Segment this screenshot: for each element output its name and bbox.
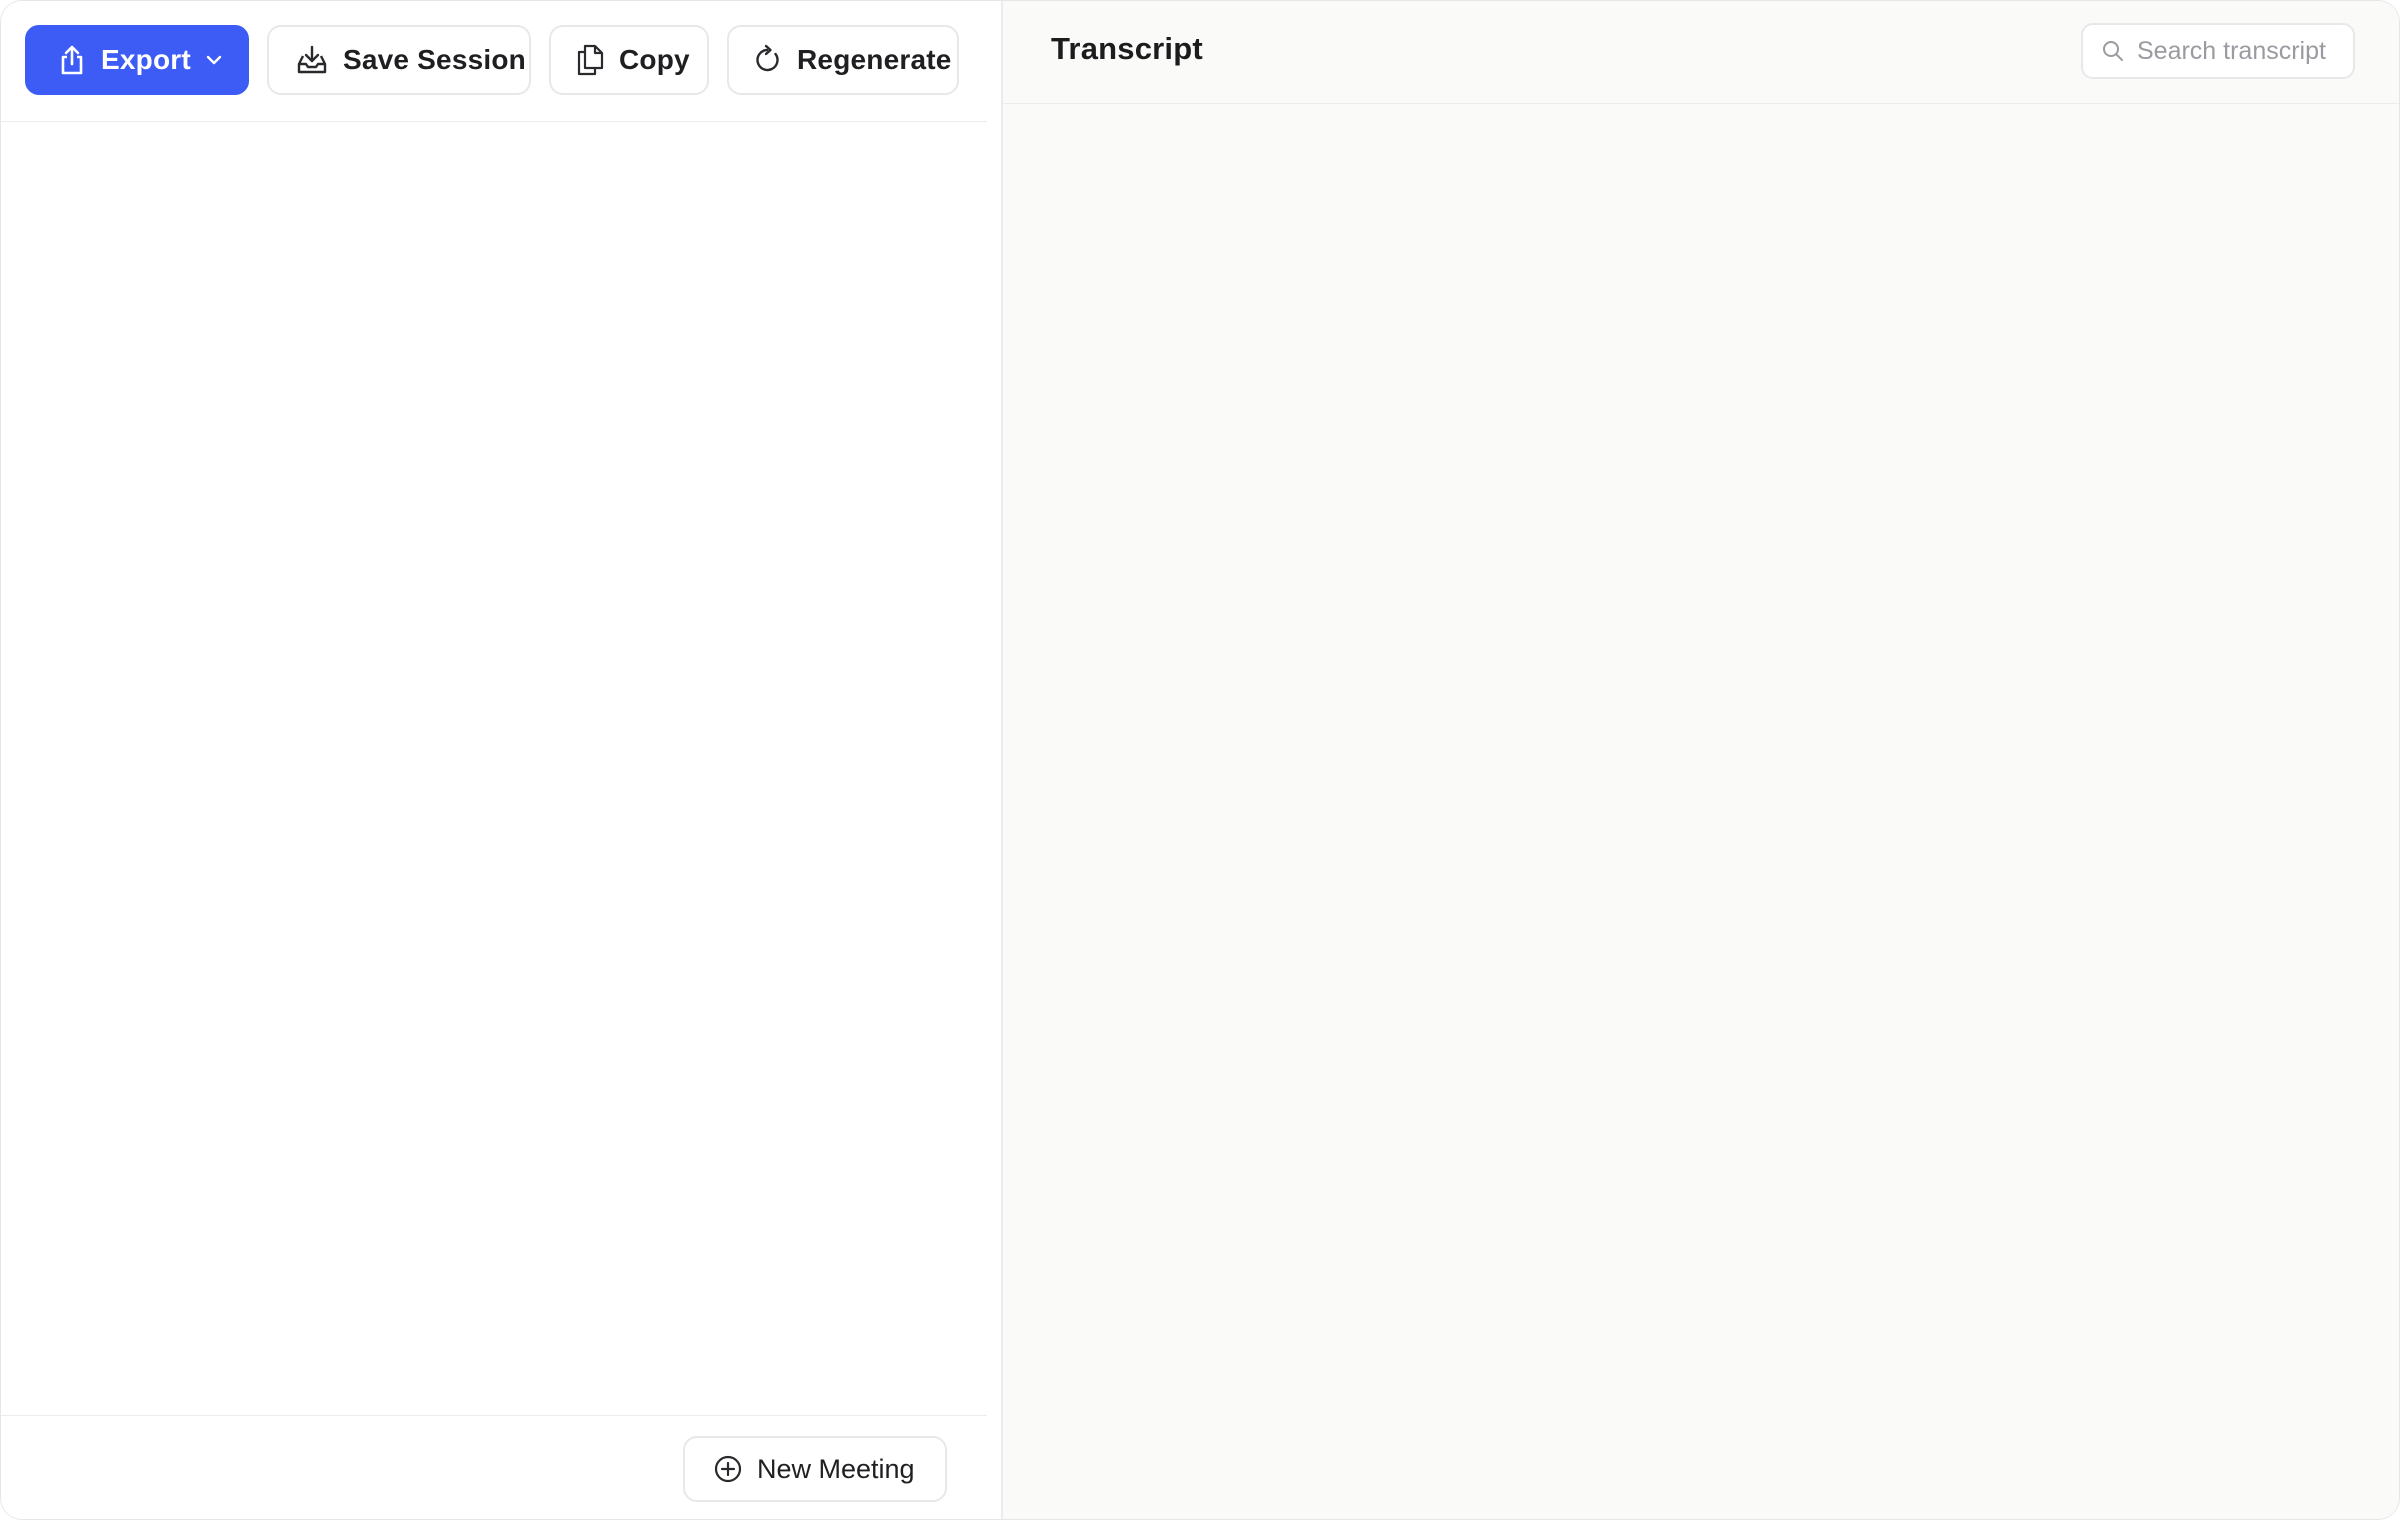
transcript-header: Transcript xyxy=(1003,1,2399,104)
transcript-title: Transcript xyxy=(1051,31,1203,66)
inbox-download-icon xyxy=(295,44,329,76)
summary-footer: New Meeting xyxy=(1,1415,987,1519)
save-session-label: Save Session xyxy=(343,44,526,75)
transcript-content xyxy=(1003,104,2399,1519)
share-upload-icon xyxy=(57,44,87,76)
search-icon xyxy=(2101,39,2125,63)
search-input[interactable] xyxy=(2137,36,2337,66)
copy-label: Copy xyxy=(619,44,690,75)
refresh-icon xyxy=(751,44,783,76)
app-window: Export Save Session Copy Regenerate New … xyxy=(0,0,2400,1520)
chevron-down-icon[interactable] xyxy=(205,54,223,66)
regenerate-button[interactable]: Regenerate xyxy=(727,25,959,95)
transcript-pane: Transcript xyxy=(1003,1,2399,1519)
export-button[interactable]: Export xyxy=(25,25,249,95)
new-meeting-label: New Meeting xyxy=(757,1453,915,1484)
plus-circle-icon xyxy=(713,1454,743,1484)
export-label: Export xyxy=(101,44,191,75)
copy-button[interactable]: Copy xyxy=(549,25,709,95)
search-box[interactable] xyxy=(2081,23,2355,79)
toolbar: Export Save Session Copy Regenerate xyxy=(1,1,987,122)
copy-documents-icon xyxy=(575,43,605,77)
new-meeting-button[interactable]: New Meeting xyxy=(683,1436,947,1502)
summary-pane: Export Save Session Copy Regenerate New … xyxy=(1,1,987,1519)
save-session-button[interactable]: Save Session xyxy=(267,25,531,95)
regenerate-label: Regenerate xyxy=(797,44,952,75)
